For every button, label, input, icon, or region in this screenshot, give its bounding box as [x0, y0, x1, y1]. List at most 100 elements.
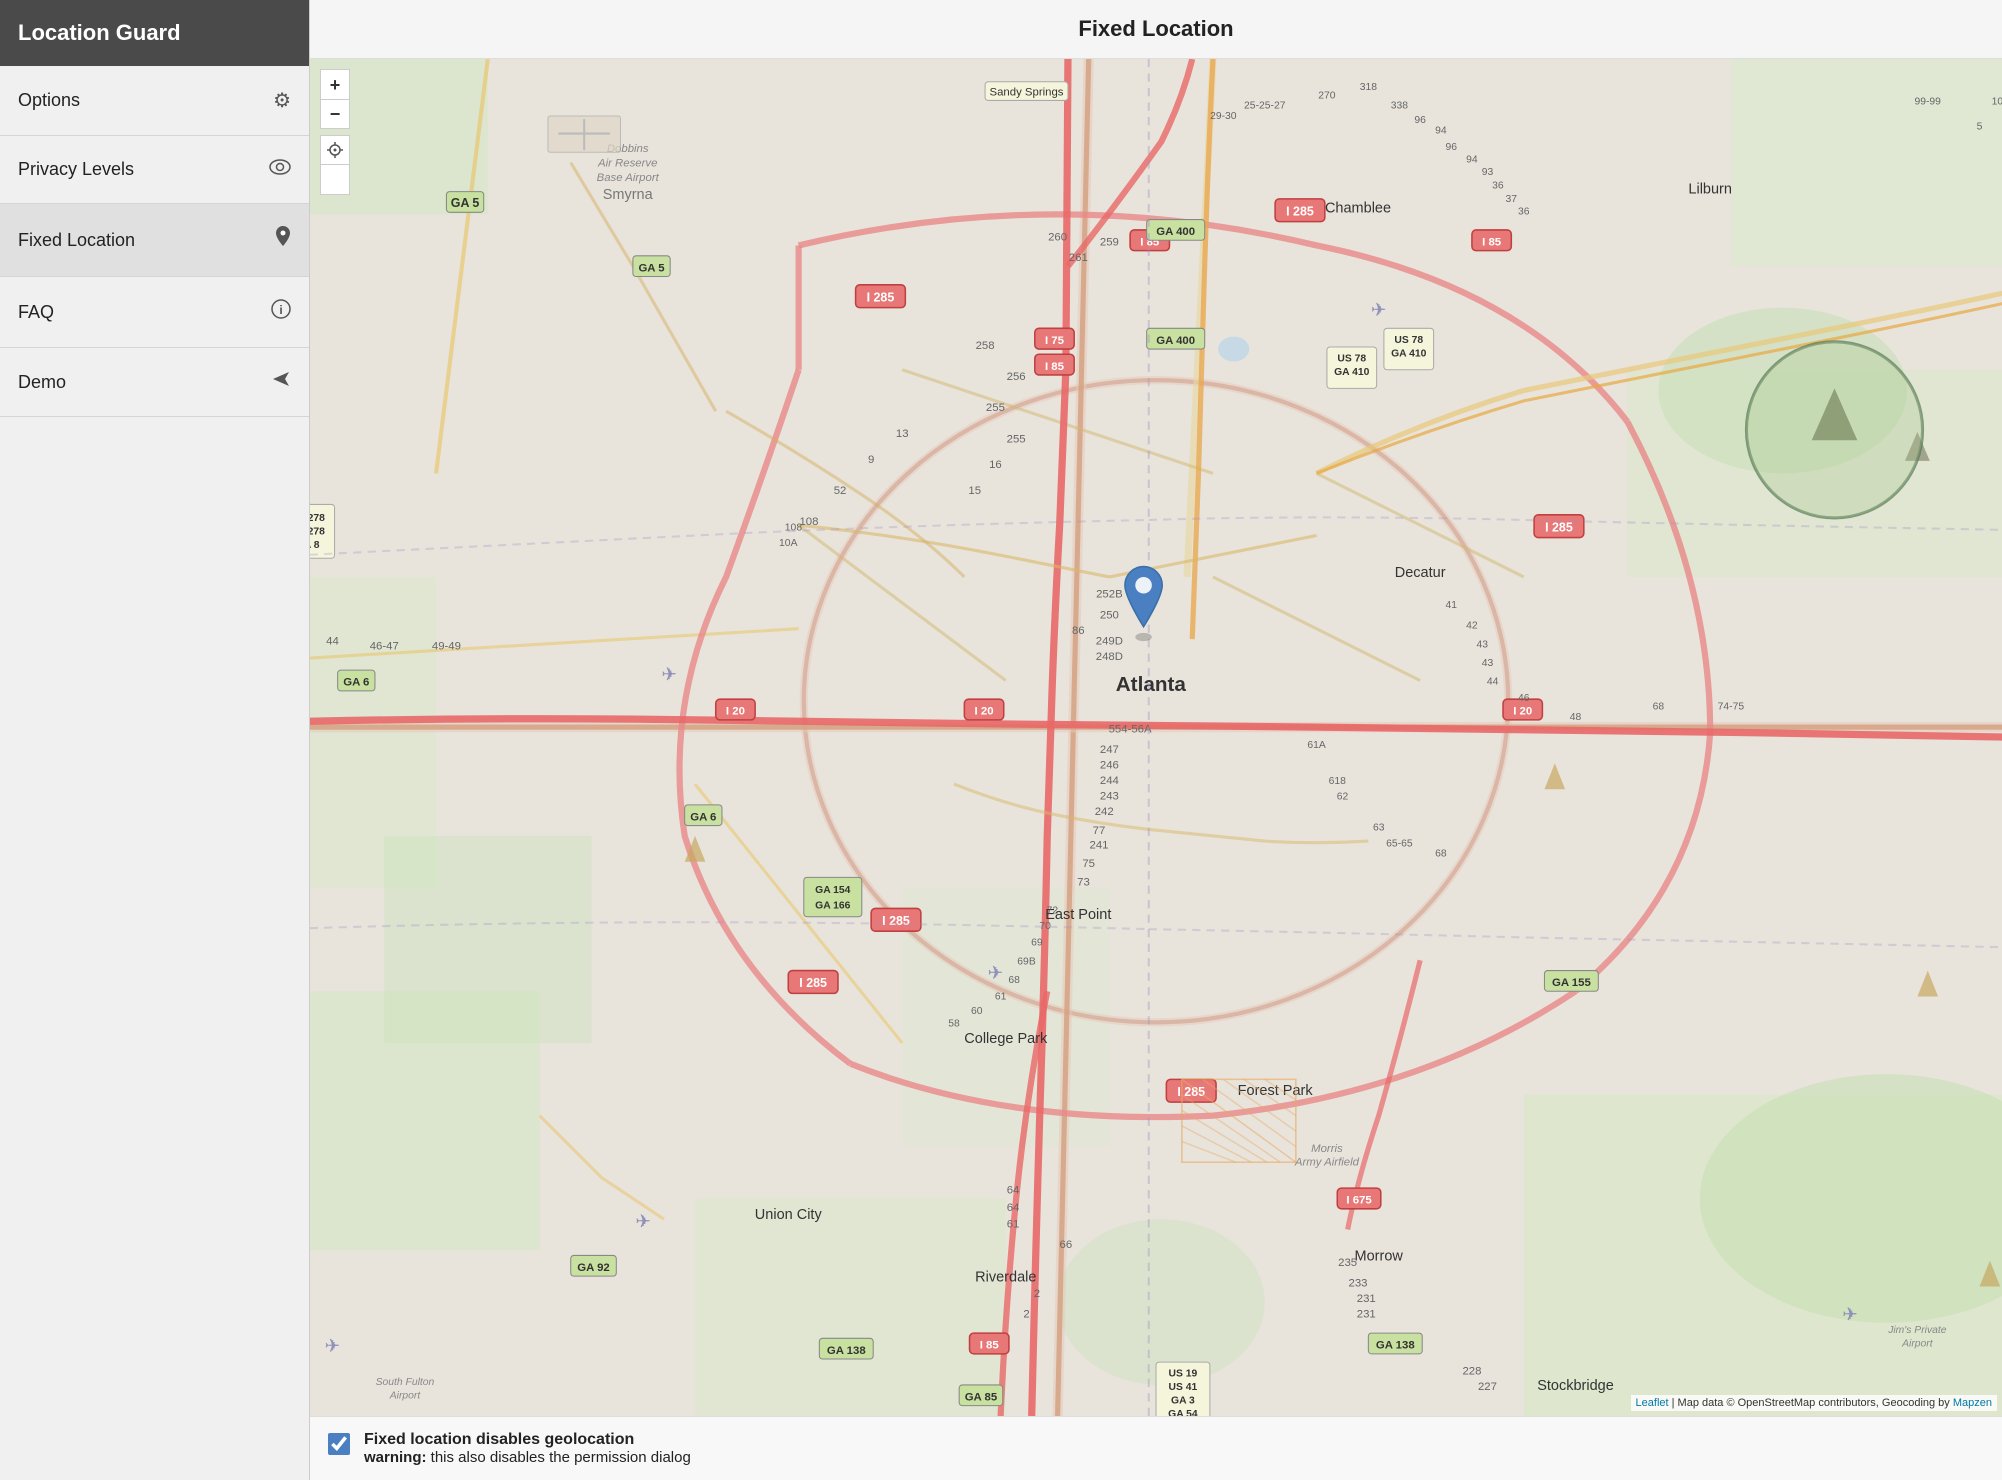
app-title: Location Guard [18, 20, 181, 45]
svg-text:66: 66 [1060, 1239, 1073, 1251]
pin-icon [275, 226, 291, 254]
sidebar-item-faq[interactable]: FAQ i [0, 277, 309, 348]
svg-text:60: 60 [971, 1006, 983, 1017]
map-container[interactable]: Sandy Springs GA 5 I 285 I 285 I 285 I 2… [310, 59, 2002, 1416]
svg-text:256: 256 [1007, 371, 1026, 383]
svg-text:73: 73 [1077, 877, 1090, 889]
svg-text:Smyrna: Smyrna [603, 187, 654, 203]
warning-text: this also disables the permission dialog [431, 1449, 691, 1466]
svg-text:46-47: 46-47 [370, 640, 399, 652]
svg-text:43: 43 [1477, 639, 1489, 650]
svg-text:I 85: I 85 [980, 1340, 1000, 1352]
demo-label: Demo [18, 372, 66, 393]
locate-button[interactable] [320, 135, 350, 165]
main-title-bar: Fixed Location [310, 0, 2002, 59]
map-blank-button[interactable] [320, 165, 350, 195]
svg-text:61: 61 [995, 992, 1007, 1003]
svg-text:GA 8: GA 8 [310, 540, 320, 551]
svg-text:US 278: US 278 [310, 526, 325, 537]
svg-text:GA 410: GA 410 [1391, 348, 1427, 359]
mapzen-link[interactable]: Mapzen [1953, 1397, 1992, 1409]
eye-icon [269, 158, 291, 181]
sidebar-item-demo[interactable]: Demo [0, 348, 309, 417]
svg-text:College Park: College Park [964, 1031, 1048, 1047]
svg-text:Union City: Union City [755, 1207, 823, 1223]
leaflet-link[interactable]: Leaflet [1636, 1397, 1669, 1409]
svg-text:GA 410: GA 410 [1334, 367, 1370, 378]
svg-text:GA 85: GA 85 [965, 1391, 998, 1403]
svg-text:25-25-27: 25-25-27 [1244, 101, 1286, 112]
geolocation-checkbox[interactable] [328, 1433, 350, 1455]
svg-text:554-56A: 554-56A [1109, 723, 1152, 735]
svg-text:US 41: US 41 [1169, 1382, 1198, 1393]
svg-text:✈: ✈ [661, 664, 677, 685]
svg-text:GA 400: GA 400 [1156, 335, 1195, 347]
svg-text:I 75: I 75 [1045, 335, 1065, 347]
svg-text:58: 58 [948, 1019, 960, 1030]
svg-text:64: 64 [1007, 1202, 1020, 1214]
svg-text:I 675: I 675 [1346, 1195, 1372, 1207]
svg-text:255: 255 [986, 402, 1005, 414]
sidebar-header: Location Guard [0, 0, 309, 66]
svg-text:43: 43 [1482, 658, 1494, 669]
map-controls: + − [320, 69, 350, 195]
svg-text:94: 94 [1435, 126, 1447, 137]
svg-text:618: 618 [1329, 776, 1347, 787]
svg-text:GA 166: GA 166 [815, 900, 851, 911]
info-text: Fixed location disables geolocation warn… [364, 1431, 691, 1466]
svg-text:GA 54: GA 54 [1168, 1409, 1198, 1416]
svg-text:231: 231 [1357, 1293, 1376, 1305]
svg-text:93: 93 [1482, 167, 1494, 178]
svg-text:Army Airfield: Army Airfield [1294, 1156, 1360, 1168]
svg-text:GA 138: GA 138 [1376, 1340, 1415, 1352]
svg-text:2: 2 [1023, 1309, 1029, 1321]
svg-text:227: 227 [1478, 1381, 1497, 1393]
svg-text:10A: 10A [779, 538, 798, 549]
svg-text:68: 68 [1653, 702, 1665, 713]
svg-text:GA 6: GA 6 [343, 677, 369, 689]
svg-text:46: 46 [1518, 693, 1530, 704]
svg-text:✈: ✈ [635, 1210, 651, 1231]
svg-text:Jim's Private: Jim's Private [1887, 1325, 1947, 1336]
svg-text:Chamblee: Chamblee [1325, 200, 1391, 216]
svg-text:13: 13 [896, 428, 909, 440]
svg-text:I 20: I 20 [726, 706, 745, 718]
svg-text:5: 5 [1977, 121, 1983, 132]
svg-text:249D: 249D [1096, 635, 1123, 647]
svg-text:61: 61 [1007, 1218, 1020, 1230]
arrow-icon [271, 370, 291, 394]
svg-text:Airport: Airport [389, 1390, 422, 1401]
svg-text:Sandy Springs: Sandy Springs [990, 86, 1064, 98]
svg-text:US 278: US 278 [310, 513, 325, 524]
svg-text:96: 96 [1445, 142, 1457, 153]
zoom-in-button[interactable]: + [320, 69, 350, 99]
svg-text:29-30: 29-30 [1210, 111, 1237, 122]
svg-text:GA 400: GA 400 [1156, 226, 1195, 238]
zoom-out-button[interactable]: − [320, 99, 350, 129]
svg-text:GA 154: GA 154 [815, 885, 851, 896]
info-warning: warning: this also disables the permissi… [364, 1449, 691, 1466]
svg-text:49-49: 49-49 [432, 640, 461, 652]
svg-text:✈: ✈ [1842, 1304, 1858, 1325]
svg-text:255: 255 [1007, 433, 1026, 445]
main-content: Fixed Location [310, 0, 2002, 1480]
svg-text:74-75: 74-75 [1718, 702, 1745, 713]
svg-text:I 85: I 85 [1482, 236, 1502, 248]
svg-text:36: 36 [1492, 180, 1504, 191]
svg-text:68: 68 [1008, 975, 1020, 986]
sidebar-item-privacy-levels[interactable]: Privacy Levels [0, 136, 309, 204]
svg-text:248D: 248D [1096, 651, 1123, 663]
svg-text:247: 247 [1100, 744, 1119, 756]
svg-text:GA 5: GA 5 [451, 196, 480, 210]
sidebar-item-options[interactable]: Options ⚙ [0, 66, 309, 136]
sidebar-item-fixed-location[interactable]: Fixed Location [0, 204, 309, 277]
fixed-location-label: Fixed Location [18, 230, 135, 251]
svg-text:252B: 252B [1096, 589, 1123, 601]
map-svg[interactable]: Sandy Springs GA 5 I 285 I 285 I 285 I 2… [310, 59, 2002, 1416]
svg-text:9: 9 [868, 454, 874, 466]
gear-icon: ⚙ [273, 88, 291, 113]
info-title: Fixed location disables geolocation [364, 1431, 691, 1449]
svg-text:69: 69 [1031, 938, 1043, 949]
svg-text:108: 108 [799, 516, 818, 528]
svg-text:Forest Park: Forest Park [1238, 1083, 1314, 1099]
